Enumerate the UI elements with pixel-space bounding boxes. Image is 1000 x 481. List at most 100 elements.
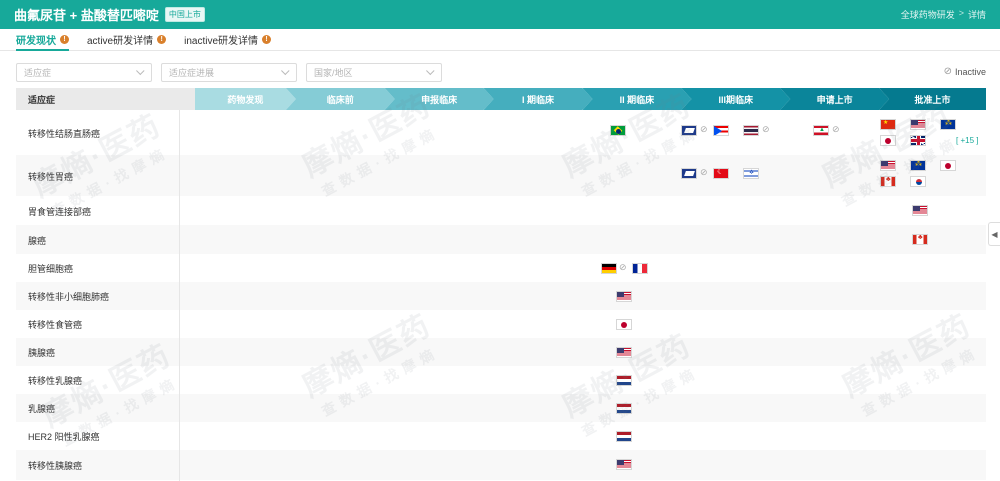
breadcrumb: 全球药物研发 > 详情 (901, 8, 986, 21)
country-select-placeholder: 国家/地区 (314, 68, 353, 78)
stage-select[interactable]: 适应症进展 (161, 63, 297, 82)
breadcrumb-item[interactable]: 全球药物研发 (901, 8, 955, 21)
chevron-down-icon (281, 66, 290, 75)
table-row: 胆管细胞癌 ⊘ (16, 254, 986, 282)
country-select[interactable]: 国家/地区 (306, 63, 442, 82)
stage-header-2: 临床前 (286, 88, 395, 110)
more-countries-link[interactable]: [ +15 ] (956, 136, 978, 145)
inactive-legend-label: Inactive (954, 66, 986, 77)
indication-name[interactable]: 转移性乳腺癌 (28, 374, 82, 387)
indication-name[interactable]: 转移性结肠直肠癌 (28, 127, 100, 140)
eu-flag-icon[interactable] (910, 160, 926, 171)
stage-header-5: II 期临床 (583, 88, 692, 110)
israel-flag-icon[interactable] (743, 168, 759, 179)
flag-icon[interactable] (681, 168, 697, 179)
info-icon[interactable]: ! (60, 34, 69, 44)
japan-flag-icon[interactable] (880, 135, 896, 146)
table-row: 转移性结肠直肠癌 ⊘ ⊘ ⊘ [ +15 ] (16, 110, 986, 155)
indication-name[interactable]: 转移性非小细胞肺癌 (28, 290, 109, 303)
table-row: HER2 阳性乳腺癌 (16, 422, 986, 450)
stage-header-3: 申报临床 (385, 88, 494, 110)
chevron-down-icon (426, 66, 435, 75)
ban-icon: ⊘ (700, 167, 708, 177)
brazil-flag-icon[interactable] (610, 125, 626, 136)
tab-inactive-details[interactable]: inactive研发详情 ! (184, 28, 272, 50)
chevron-down-icon (136, 66, 145, 75)
puerto-rico-flag-icon[interactable] (713, 125, 729, 136)
netherlands-flag-icon[interactable] (616, 431, 632, 442)
indication-name[interactable]: 胆管细胞癌 (28, 262, 73, 275)
netherlands-flag-icon[interactable] (616, 403, 632, 414)
tab-active-details[interactable]: active研发详情 ! (87, 28, 167, 50)
info-icon[interactable]: ! (262, 34, 272, 44)
korea-flag-icon[interactable] (910, 176, 926, 187)
eu-flag-icon[interactable] (940, 119, 956, 130)
indication-name[interactable]: 腺癌 (28, 234, 46, 247)
table-row: 胃食管连接部癌 (16, 196, 986, 225)
france-flag-icon[interactable] (632, 263, 648, 274)
stage-header-6: III期临床 (681, 88, 790, 110)
breadcrumb-item: 详情 (967, 10, 986, 20)
ban-icon: ⊘ (700, 124, 708, 134)
stage-select-placeholder: 适应症进展 (169, 68, 215, 78)
tab-label: active研发详情 (87, 35, 154, 47)
pipeline-table: 适应症 药物发现 临床前 申报临床 I 期临床 II 期临床 III期临床 申请上市 批准上市… (16, 88, 986, 480)
tab-rd-status[interactable]: 研发现状 ! (16, 28, 69, 51)
table-row: 乳腺癌 (16, 394, 986, 422)
table-row: 转移性胃癌 ⊘ (16, 155, 986, 196)
ban-icon: ⊘ (619, 262, 627, 272)
stage-header-1: 药物发现 (195, 88, 296, 110)
indication-name[interactable]: 转移性胃癌 (28, 170, 73, 183)
tab-label: 研发现状 (16, 35, 56, 47)
canada-flag-icon[interactable] (912, 234, 928, 245)
china-flag-icon[interactable] (880, 119, 896, 130)
tab-label: inactive研发详情 (184, 35, 259, 47)
flag-icon[interactable] (813, 125, 829, 136)
stage-header-4: I 期临床 (484, 88, 593, 110)
ban-icon: ⊘ (762, 124, 770, 134)
info-icon[interactable]: ! (157, 34, 167, 44)
netherlands-flag-icon[interactable] (616, 375, 632, 386)
column-divider (179, 110, 180, 481)
indication-name[interactable]: 胃食管连接部癌 (28, 205, 91, 218)
indication-name[interactable]: 胰腺癌 (28, 346, 55, 359)
table-row: 转移性胰腺癌 (16, 450, 986, 480)
indication-name[interactable]: 乳腺癌 (28, 402, 55, 415)
turkey-flag-icon[interactable] (713, 168, 729, 179)
canada-flag-icon[interactable] (880, 176, 896, 187)
inactive-legend: ⊘ Inactive (944, 66, 986, 77)
stage-header-8: 批准上市 (879, 88, 986, 110)
japan-flag-icon[interactable] (940, 160, 956, 171)
us-flag-icon[interactable] (912, 205, 928, 216)
ban-icon: ⊘ (832, 124, 840, 134)
table-row: 胰腺癌 (16, 338, 986, 366)
stage-header-7: 申请上市 (780, 88, 889, 110)
flag-icon[interactable] (681, 125, 697, 136)
thailand-flag-icon[interactable] (743, 125, 759, 136)
germany-flag-icon[interactable] (601, 263, 617, 274)
indication-select-placeholder: 适应症 (24, 68, 52, 78)
page-title: 曲氟尿苷 + 盐酸替匹嘧啶 (14, 8, 159, 23)
uk-flag-icon[interactable] (910, 135, 926, 146)
table-row: 转移性乳腺癌 (16, 366, 986, 394)
tab-bar: 研发现状 ! active研发详情 ! inactive研发详情 ! (0, 29, 1000, 51)
status-badge: 中国上市 (164, 7, 205, 22)
indication-name[interactable]: 转移性食管癌 (28, 318, 82, 331)
us-flag-icon[interactable] (616, 347, 632, 358)
us-flag-icon[interactable] (880, 160, 896, 171)
us-flag-icon[interactable] (616, 291, 632, 302)
us-flag-icon[interactable] (910, 119, 926, 130)
filter-bar: 适应症 适应症进展 国家/地区 (16, 63, 442, 82)
japan-flag-icon[interactable] (616, 319, 632, 330)
ban-icon: ⊘ (943, 66, 952, 77)
indication-name[interactable]: 转移性胰腺癌 (28, 459, 82, 472)
chevron-left-icon[interactable]: ◀ (988, 222, 1000, 246)
breadcrumb-separator: > (958, 8, 964, 18)
table-row: 转移性非小细胞肺癌 (16, 282, 986, 310)
indication-name[interactable]: HER2 阳性乳腺癌 (28, 430, 100, 443)
table-row: 转移性食管癌 (16, 310, 986, 338)
indication-select[interactable]: 适应症 (16, 63, 152, 82)
us-flag-icon[interactable] (616, 459, 632, 470)
pipeline-header: 适应症 药物发现 临床前 申报临床 I 期临床 II 期临床 III期临床 申请上市 批准上市 (16, 88, 986, 110)
indication-column-header: 适应症 (16, 88, 195, 110)
